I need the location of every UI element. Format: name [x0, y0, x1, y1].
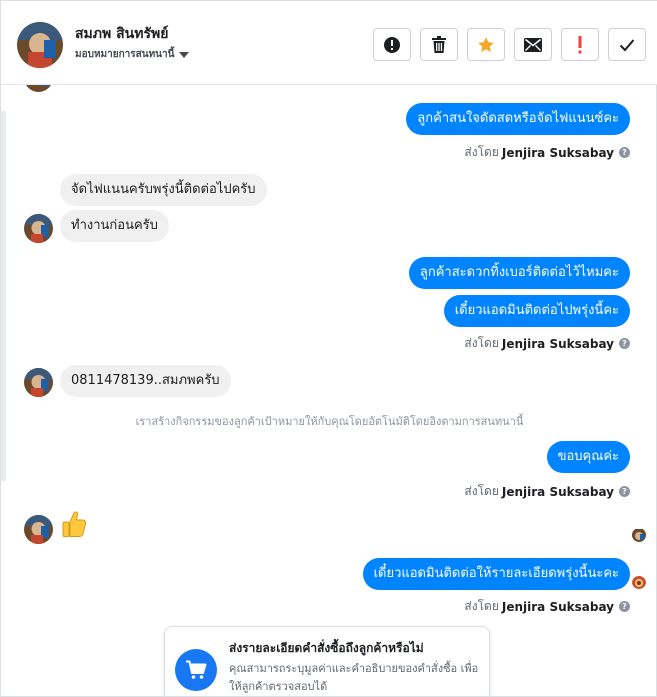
order-card-title: ส่งรายละเอียดคำสั่งซื้อถึงลูกค้าหรือไม่ — [229, 641, 424, 655]
outgoing-message: ลูกค้าสนใจดัดสดหรือจัดไฟแนนซ์คะ — [406, 103, 630, 135]
contact-message-avatar — [24, 214, 53, 243]
conversation-toolbar — [373, 28, 646, 61]
sent-by-label: ส่งโดย Jenjira Suksabay ? — [464, 482, 630, 501]
read-receipt-avatar — [632, 528, 646, 542]
outgoing-message: เดี๋ยวแอดมินติดต่อให้รายละเอียดพรุ่งนี้น… — [362, 558, 630, 590]
check-icon — [619, 38, 635, 51]
sent-by-label: ส่งโดย Jenjira Suksabay ? — [464, 334, 630, 353]
sent-by-label: ส่งโดย Jenjira Suksabay ? — [464, 143, 630, 162]
agent-name[interactable]: Jenjira Suksabay — [502, 337, 614, 351]
contact-message-avatar — [24, 515, 53, 544]
question-icon[interactable]: ? — [619, 486, 630, 497]
star-icon — [478, 36, 494, 52]
agent-name[interactable]: Jenjira Suksabay — [502, 146, 614, 160]
order-card-description: คุณสามารถระบุมูลค่าและคำอธิบายของคำสั่งซ… — [229, 662, 479, 693]
question-icon[interactable]: ? — [619, 147, 630, 158]
question-icon[interactable]: ? — [619, 338, 630, 349]
agent-name[interactable]: Jenjira Suksabay — [502, 600, 614, 614]
order-details-card[interactable]: ส่งรายละเอียดคำสั่งซื้อถึงลูกค้าหรือไม่ … — [164, 626, 490, 697]
incoming-message: 0811478139..สมภพครับ — [60, 365, 231, 397]
outgoing-message: เดี๋ยวแอดมินติดต่อไปพรุ่งนี้คะ — [443, 295, 630, 327]
follow-up-button[interactable] — [561, 28, 599, 61]
contact-avatar[interactable] — [17, 22, 63, 68]
contact-name[interactable]: สมภพ สินทรัพย์ — [75, 23, 168, 45]
incoming-message: ทำงานก่อนครับ — [60, 210, 169, 242]
conversation-panel: สมภพ สินทรัพย์ มอบหมายการสนทนานี้ ลูกค้า… — [0, 0, 657, 697]
sent-by-label: ส่งโดย Jenjira Suksabay ? — [464, 597, 630, 616]
mark-done-button[interactable] — [608, 28, 646, 61]
contact-message-avatar — [24, 85, 53, 92]
incoming-message: จัดไฟแนนครับพรุ่งนี้ติดต่อไปครับ — [60, 174, 267, 206]
shopping-cart-icon — [175, 649, 217, 691]
sent-by-prefix: ส่งโดย — [464, 599, 499, 613]
assign-conversation-dropdown[interactable]: มอบหมายการสนทนานี้ — [75, 47, 190, 62]
thumbs-up-message — [61, 510, 87, 542]
alert-circle-icon — [384, 36, 400, 53]
exclamation-icon — [578, 35, 582, 53]
envelope-icon — [524, 37, 542, 52]
mark-spam-button[interactable] — [373, 28, 411, 61]
outgoing-message: ลูกค้าสะดวกทิ้งเบอร์ติดต่อไว้ไหมคะ — [408, 257, 630, 289]
system-note: เราสร้างกิจกรรมของลูกค้าเป้าหมายให้กับคุ… — [135, 415, 524, 428]
outgoing-message: ขอบคุณค่ะ — [546, 441, 630, 473]
sent-by-prefix: ส่งโดย — [464, 484, 499, 498]
conversation-header: สมภพ สินทรัพย์ มอบหมายการสนทนานี้ — [1, 1, 657, 85]
question-icon[interactable]: ? — [619, 601, 630, 612]
read-receipt-avatar — [632, 575, 646, 589]
contact-message-avatar — [24, 368, 53, 397]
assign-label: มอบหมายการสนทนานี้ — [75, 49, 175, 60]
star-button[interactable] — [467, 28, 505, 61]
agent-name[interactable]: Jenjira Suksabay — [502, 485, 614, 499]
sent-by-prefix: ส่งโดย — [464, 145, 499, 159]
trash-icon — [432, 35, 446, 53]
delete-button[interactable] — [420, 28, 458, 61]
mark-unread-button[interactable] — [514, 28, 552, 61]
caret-down-icon — [179, 51, 190, 58]
sent-by-prefix: ส่งโดย — [464, 336, 499, 350]
message-thread: ลูกค้าสนใจดัดสดหรือจัดไฟแนนซ์คะ ส่งโดย J… — [1, 85, 657, 697]
thumbs-up-icon — [62, 511, 87, 537]
